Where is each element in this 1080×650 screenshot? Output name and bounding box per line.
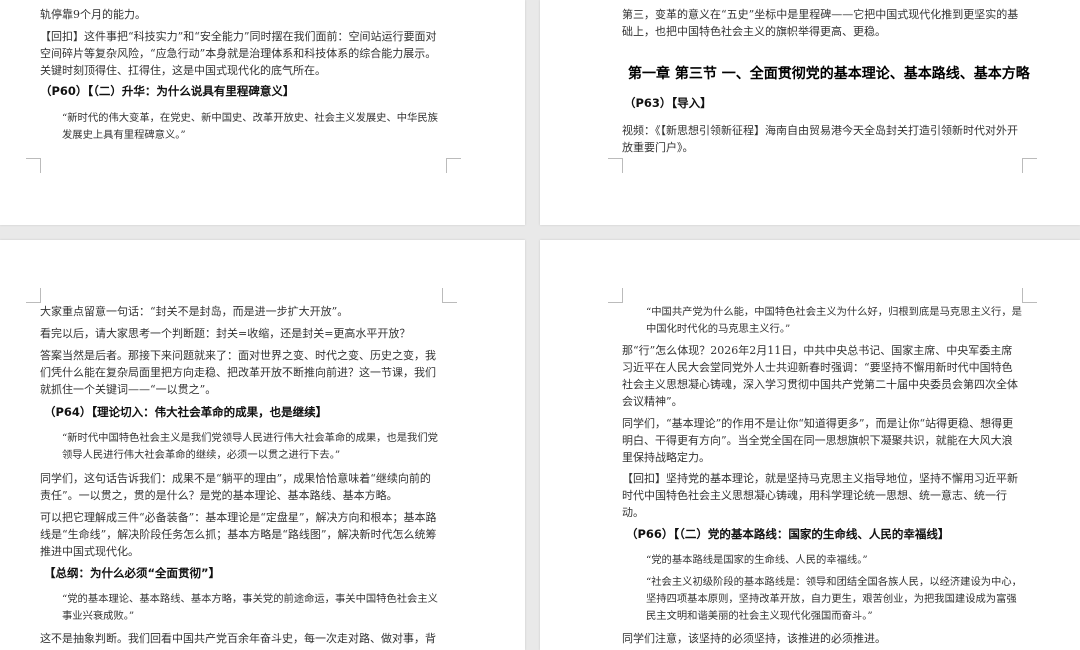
paragraph-huikou: 【回扣】坚持党的基本理论，就是坚持马克思主义指导地位，坚持不懈用习近平新时代中国… [622,472,1018,519]
section-heading: （P60）【（二）升华：为什么说具有里程碑意义】 [40,84,295,98]
document-page-2: 第三，变革的意义在“五史”坐标中是里程碑——它把中国式现代化推到更坚实的基础上，… [540,0,1080,225]
quote-block: “新时代中国特色社会主义是我们党领导人民进行伟大社会革命的成果，也是我们党领导人… [62,432,438,461]
paragraph: 那“行”怎么体现？2026年2月11日，中共中央总书记、国家主席、中央军委主席习… [622,344,1018,408]
document-page-1: 轨停靠9个月的能力。 【回扣】这件事把“科技实力”和“安全能力”同时摆在我们面前… [0,0,525,225]
paragraph-huikou: 【回扣】这件事把“科技实力”和“安全能力”同时摆在我们面前：空间站运行要面对空间… [40,30,437,77]
paragraph: 这不是抽象判断。我们回看中国共产党百余年奋斗史，每一次走对路、做对事，背 [40,632,436,645]
quote-block: “新时代的伟大变革，在党史、新中国史、改革开放史、社会主义发展史、中华民族发展史… [62,112,438,141]
section-heading: （P66）【（二）党的基本路线：国家的生命线、人民的幸福线】 [626,527,950,541]
crop-mark [608,158,623,173]
section-heading: （P64）【理论切入：伟大社会革命的成果，也是继续】 [44,405,328,419]
crop-mark [446,158,461,173]
document-page-3: 大家重点留意一句话：“封关不是封岛，而是进一步扩大开放”。 看完以后，请大家思考… [0,240,525,650]
section-heading: （P63）【导入】 [624,96,712,110]
document-page-4: “中国共产党为什么能，中国特色社会主义为什么好，归根到底是马克思主义行，是中国化… [540,240,1080,650]
crop-mark [442,288,457,303]
quote-block: “社会主义初级阶段的基本路线是：领导和团结全国各族人民，以经济建设为中心，坚持四… [646,576,1022,622]
paragraph: 轨停靠9个月的能力。 [40,8,146,21]
paragraph: 答案当然是后者。那接下来问题就来了：面对世界之变、时代之变、历史之变，我们凭什么… [40,349,436,396]
crop-mark [608,288,623,303]
crop-mark [26,288,41,303]
quote-block: “党的基本理论、基本路线、基本方略，事关党的前途命运，事关中国特色社会主义事业兴… [62,593,438,622]
section-heading: 【总纲：为什么必须“全面贯彻”】 [44,566,221,580]
paragraph: 可以把它理解成三件“必备装备”：基本理论是“定盘星”，解决方向和根本；基本路线是… [40,511,437,558]
crop-mark [1022,158,1037,173]
paragraph: 同学们，“基本理论”的作用不是让你“知道得更多”，而是让你“站得更稳、想得更明白… [622,417,1014,464]
quote-block: “党的基本路线是国家的生命线、人民的幸福线。” [646,554,868,566]
paragraph: 看完以后，请大家思考一个判断题：封关=收缩，还是封关=更高水平开放？ [40,327,411,340]
crop-mark [1022,288,1037,303]
paragraph: 大家重点留意一句话：“封关不是封岛，而是进一步扩大开放”。 [40,305,349,318]
paragraph: 同学们，这句话告诉我们：成果不是“躺平的理由”，成果恰恰意味着“继续向前的责任”… [40,472,431,502]
chapter-title: 第一章 第三节 一、全面贯彻党的基本理论、基本路线、基本方略 [628,66,1030,82]
crop-mark [26,158,41,173]
paragraph-video: 视频：《【新思想引领新征程】海南自由贸易港今天全岛封关打造引领新时代对外开放重要… [622,124,1018,154]
paragraph: 第三，变革的意义在“五史”坐标中是里程碑——它把中国式现代化推到更坚实的基础上，… [622,8,1019,38]
quote-block: “中国共产党为什么能，中国特色社会主义为什么好，归根到底是马克思主义行，是中国化… [646,306,1022,335]
paragraph: 同学们注意，该坚持的必须坚持，该推进的必须推进。 [622,632,886,645]
